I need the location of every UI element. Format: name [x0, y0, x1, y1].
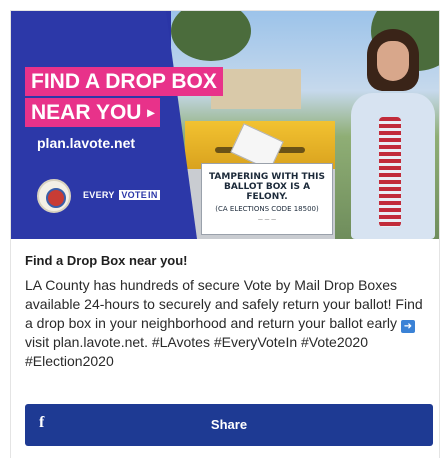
- share-button[interactable]: f Share: [25, 404, 433, 446]
- post-card: TAMPERING WITH THIS BALLOT BOX IS A FELO…: [10, 10, 440, 458]
- hero-url: plan.lavote.net: [37, 135, 136, 151]
- post-body-text: LA County has hundreds of secure Vote by…: [25, 277, 423, 331]
- brand-every: EVERY: [83, 190, 115, 200]
- house: [211, 69, 301, 109]
- hero-banner[interactable]: TAMPERING WITH THIS BALLOT BOX IS A FELO…: [11, 11, 439, 239]
- share-label: Share: [210, 417, 248, 432]
- headline-line-1: FIND A DROP BOX: [25, 67, 223, 96]
- tree: [171, 11, 251, 61]
- every-vote-in-logo: EVERY VOTEIN: [83, 190, 160, 200]
- post-body: LA County has hundreds of secure Vote by…: [25, 276, 429, 371]
- sign-line: BALLOT BOX IS A FELONY.: [223, 182, 311, 202]
- person: [341, 27, 439, 239]
- brand-vote: VOTE: [121, 190, 148, 200]
- chevron-right-icon: ▸: [143, 104, 155, 120]
- post-content: Find a Drop Box near you! LA County has …: [25, 247, 429, 371]
- felony-sign: TAMPERING WITH THIS BALLOT BOX IS A FELO…: [201, 163, 333, 235]
- hero-headline: FIND A DROP BOX NEAR YOU ▸: [25, 67, 223, 129]
- post-body-text-end: visit plan.lavote.net. #LAvotes #EveryVo…: [25, 334, 368, 369]
- seal-center: [46, 188, 66, 208]
- face: [377, 41, 409, 81]
- right-arrow-emoji-icon: ➜: [400, 320, 415, 333]
- brand-in: IN: [148, 190, 158, 200]
- county-seal-icon: [37, 179, 71, 213]
- headline-line-2: NEAR YOU: [31, 101, 142, 124]
- sign-line: TAMPERING WITH THIS: [208, 172, 326, 182]
- dress-embroidery: [379, 117, 401, 227]
- post-title: Find a Drop Box near you!: [25, 253, 188, 268]
- sign-fine-print: — — —: [257, 217, 277, 223]
- sign-line: (CA ELECTIONS CODE 18500): [215, 205, 319, 213]
